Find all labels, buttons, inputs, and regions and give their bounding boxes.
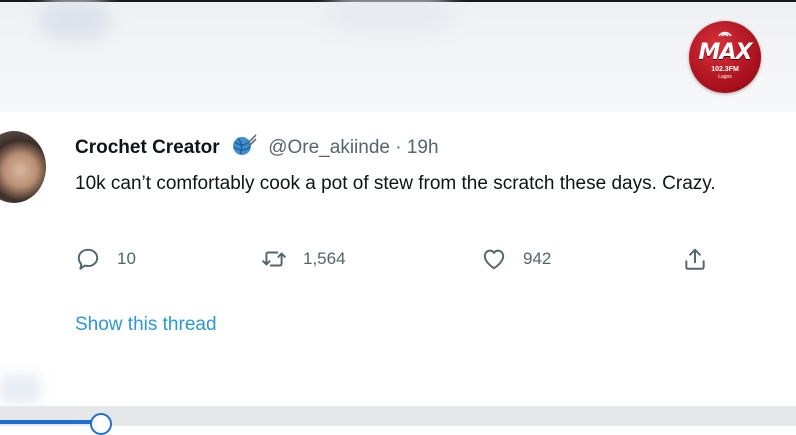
top-background — [0, 0, 796, 112]
reply-icon — [77, 248, 99, 270]
progress-handle[interactable] — [90, 413, 112, 435]
tweet-card[interactable]: Crochet Creator @Ore_akiinde · 19h 10k c… — [0, 112, 796, 363]
yarn-ball-icon — [232, 134, 257, 155]
station-logo: MAX 102.3FM Lagos — [689, 21, 761, 93]
show-thread-link[interactable]: Show this thread — [75, 314, 217, 336]
share-button[interactable] — [682, 244, 708, 274]
logo-brand: MAX — [698, 40, 753, 65]
tweet-header: Crochet Creator @Ore_akiinde · 19h — [75, 134, 439, 159]
separator: · — [395, 137, 402, 158]
retweet-count: 1,564 — [303, 249, 346, 268]
like-count: 942 — [523, 249, 552, 268]
signal-icon — [718, 31, 732, 37]
action-bar: 10 1,564 942 — [0, 244, 796, 274]
avatar[interactable] — [0, 131, 46, 203]
reply-count: 10 — [117, 249, 136, 268]
bottom-background — [0, 362, 796, 406]
share-icon — [685, 248, 705, 270]
retweet-button[interactable]: 1,564 — [261, 244, 346, 274]
blurred-element — [40, 0, 110, 40]
logo-city: Lagos — [718, 74, 732, 80]
author-name[interactable]: Crochet Creator — [75, 137, 220, 158]
tweet-text: 10k can’t comfortably cook a pot of stew… — [75, 173, 716, 194]
logo-frequency: 102.3FM — [711, 66, 739, 73]
tweet-time[interactable]: 19h — [407, 137, 439, 158]
author-handle[interactable]: @Ore_akiinde — [268, 137, 390, 158]
blurred-element — [0, 374, 40, 404]
progress-track[interactable] — [0, 420, 100, 424]
retweet-icon — [262, 251, 286, 267]
player-bar — [0, 406, 796, 435]
reply-button[interactable]: 10 — [75, 244, 136, 274]
like-button[interactable]: 942 — [481, 244, 551, 274]
like-icon — [483, 249, 505, 270]
blurred-element — [330, 0, 450, 30]
